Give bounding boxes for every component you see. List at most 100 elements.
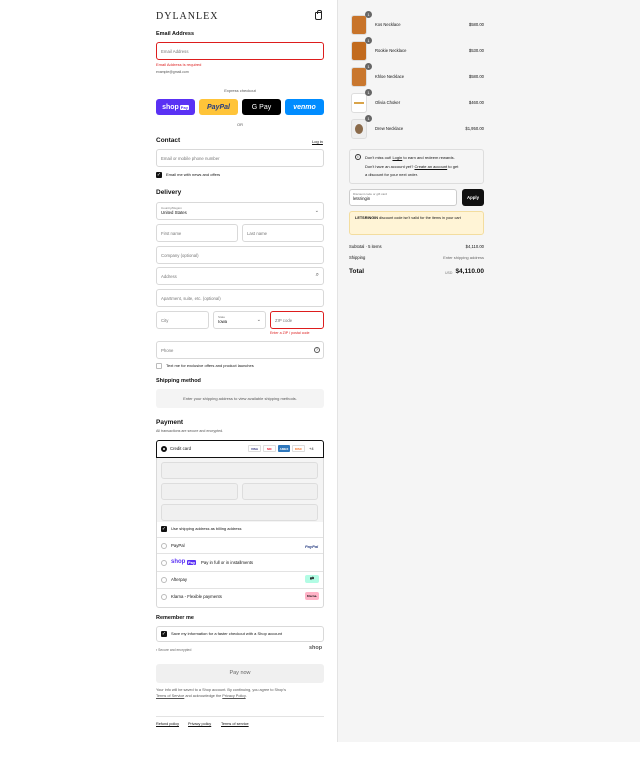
text-offers-checkbox[interactable] — [156, 363, 162, 369]
product-name: Kos Necklace — [375, 22, 401, 27]
product-name: Drew Necklace — [375, 126, 404, 131]
create-account-link[interactable]: Create an account — [414, 164, 447, 169]
divider — [157, 553, 323, 554]
country-value: United States — [161, 210, 187, 215]
brand-logo[interactable]: DYLANLEX — [156, 11, 218, 22]
rewards-pre: Don't miss out! — [365, 155, 392, 160]
login-link[interactable]: Log in — [312, 139, 323, 144]
apply-button[interactable]: Apply — [462, 189, 484, 206]
visa-icon: VISA — [248, 445, 261, 452]
shop-pay-logo: shop — [162, 103, 179, 111]
product-price: $460.00 — [468, 100, 484, 105]
divider — [157, 571, 323, 572]
paypal-radio[interactable] — [161, 543, 167, 549]
chevron-down-icon: ⌄ — [256, 317, 261, 323]
total-value: $4,110.00 — [455, 268, 484, 275]
secure-text: Secure and encrypted — [158, 648, 192, 652]
payment-heading: Payment — [156, 419, 184, 426]
quantity-badge: 1 — [365, 89, 372, 96]
shop-pay-button[interactable]: shop Pay — [156, 99, 195, 115]
first-name-input[interactable]: First name — [156, 224, 238, 242]
save-info-checkbox[interactable]: ✓ — [161, 631, 167, 637]
card-number-field[interactable] — [161, 462, 318, 479]
rewards-line3: a discount for your next order. — [365, 172, 418, 177]
billing-same-checkbox[interactable]: ✓ — [161, 526, 167, 532]
news-checkbox[interactable]: ✓ — [156, 172, 162, 178]
total-label: Total — [349, 268, 365, 275]
rewards-line2: Don't have an account yet? — [365, 163, 414, 169]
discount-error-code: LETSRINGIN — [355, 216, 378, 220]
or-divider: OR — [237, 122, 243, 127]
choker-graphic — [354, 102, 364, 104]
search-icon: ⌕ — [315, 272, 319, 278]
zip-input[interactable]: ZIP code — [270, 311, 324, 329]
product-thumbnail — [351, 93, 367, 113]
paypal-button[interactable]: PayPal — [199, 99, 238, 115]
privacy-policy-link[interactable]: Privacy policy — [188, 722, 211, 726]
expiry-field[interactable] — [161, 483, 238, 500]
product-thumbnail — [351, 67, 367, 87]
discount-error-notice: LETSRINGIN discount code isn't valid for… — [349, 211, 484, 235]
secure-label: ▪ Secure and encrypted — [156, 648, 191, 652]
shoppay-logo: shop — [171, 559, 186, 565]
product-thumbnail — [351, 15, 367, 35]
shoppay-badge: Pay — [187, 560, 197, 565]
zip-error: Enter a ZIP / postal code — [270, 331, 310, 335]
email-hint: example@gmail.com — [156, 70, 189, 74]
shoppay-radio[interactable] — [161, 560, 167, 566]
security-code-field[interactable] — [242, 483, 318, 500]
last-name-input[interactable]: Last name — [242, 224, 324, 242]
more-cards-label: +4 — [309, 446, 314, 451]
terms-of-service-link[interactable]: Terms of service — [221, 722, 249, 726]
credit-card-radio[interactable] — [161, 446, 167, 452]
paypal-option-label: PayPal — [171, 543, 185, 548]
divider — [157, 537, 323, 538]
google-pay-button[interactable]: G Pay — [242, 99, 281, 115]
state-select[interactable]: State Iowa ⌄ — [213, 311, 266, 329]
shipping-method-heading: Shipping method — [156, 378, 201, 384]
subtotal-label: Subtotal · 5 items — [349, 244, 382, 249]
shopping-bag-icon[interactable] — [315, 10, 322, 20]
address-placeholder: Address — [161, 273, 177, 279]
contact-heading: Contact — [156, 137, 181, 144]
paypal-logo: PayPal — [305, 544, 319, 549]
legal-text: Your info will be saved to a Shop accoun… — [156, 688, 324, 699]
pay-now-button[interactable]: Pay now — [156, 664, 324, 683]
afterpay-radio[interactable] — [161, 577, 167, 583]
afterpay-option-label: Afterpay — [171, 577, 188, 582]
contact-input[interactable]: Email or mobile phone number — [156, 149, 324, 167]
express-checkout-label: Express checkout — [224, 88, 256, 93]
klarna-logo: Klarna. — [305, 592, 319, 600]
name-on-card-field[interactable] — [161, 504, 318, 521]
city-input[interactable]: City — [156, 311, 209, 329]
phone-input[interactable]: Phone? — [156, 341, 324, 359]
product-name: Khloe Necklace — [375, 74, 405, 79]
privacy-link[interactable]: Privacy Policy — [222, 694, 245, 698]
product-name: Rookie Necklace — [375, 48, 407, 53]
apartment-input[interactable]: Apartment, suite, etc. (optional) — [156, 289, 324, 307]
divider — [156, 716, 324, 717]
product-name: Olivia Choker — [375, 100, 401, 105]
rewards-login-link[interactable]: Login — [392, 155, 402, 160]
shipping-value: Enter shipping address — [443, 255, 484, 260]
quantity-badge: 1 — [365, 115, 372, 122]
refund-policy-link[interactable]: Refund policy — [156, 722, 179, 726]
discount-code-input[interactable]: Discount code or gift card letsringin — [349, 189, 457, 206]
klarna-radio[interactable] — [161, 594, 167, 600]
email-input[interactable]: Email Address — [156, 42, 324, 60]
venmo-button[interactable]: venmo — [285, 99, 324, 115]
klarna-option-label: Klarna - Flexible payments — [171, 594, 222, 599]
afterpay-icon: ⇄ — [305, 575, 319, 583]
quantity-badge: 1 — [365, 11, 372, 18]
terms-link[interactable]: Terms of Service — [156, 694, 184, 698]
shop-logo: shop — [309, 645, 323, 651]
country-select[interactable]: Country/Region United States ⌄ — [156, 202, 324, 220]
shipping-methods-placeholder: Enter your shipping address to view avai… — [156, 389, 324, 408]
info-icon: i — [355, 154, 361, 160]
product-price: $580.00 — [468, 74, 484, 79]
help-icon[interactable]: ? — [314, 347, 320, 353]
chevron-down-icon: ⌄ — [314, 208, 319, 214]
address-input[interactable]: Address ⌕ — [156, 267, 324, 285]
company-input[interactable]: Company (optional) — [156, 246, 324, 264]
email-heading: Email Address — [156, 31, 195, 37]
